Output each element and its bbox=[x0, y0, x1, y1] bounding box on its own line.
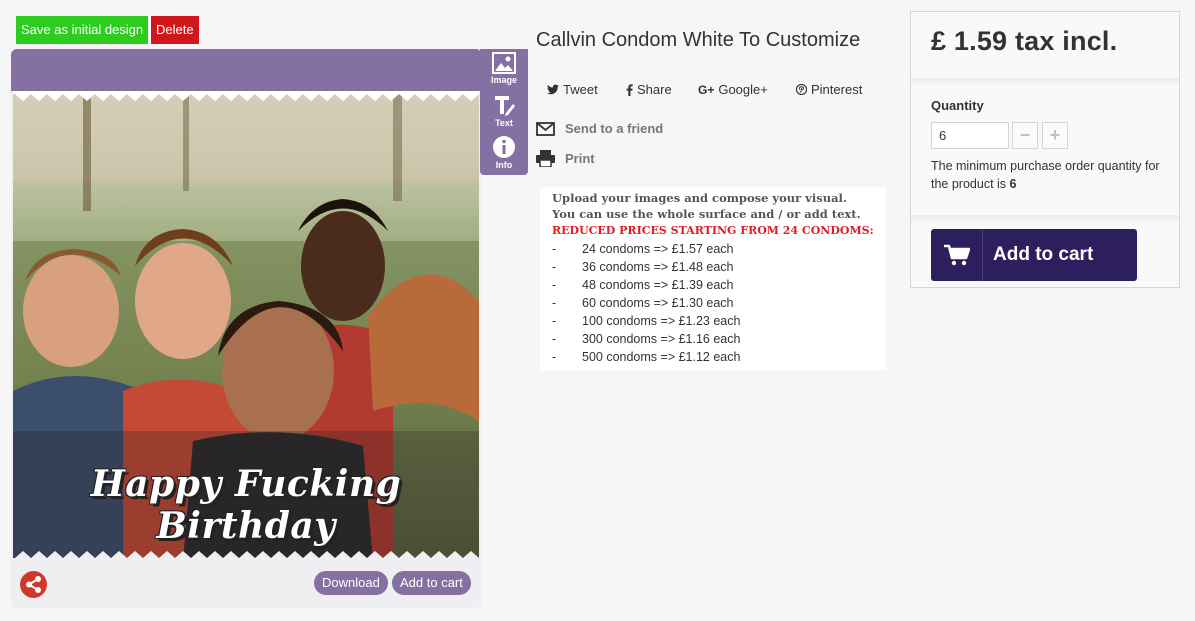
quantity-label: Quantity bbox=[931, 98, 984, 113]
tool-text-label: Text bbox=[495, 118, 513, 128]
text-icon bbox=[495, 96, 515, 116]
design-canvas[interactable]: Happy Fucking Birthday bbox=[13, 91, 479, 561]
price-tier-row: - 48 condoms => £1.39 each bbox=[552, 276, 886, 294]
tier-text: 500 condoms => £1.12 each bbox=[582, 350, 741, 364]
tier-text: 36 condoms => £1.48 each bbox=[582, 260, 734, 274]
tool-info-label: Info bbox=[495, 160, 513, 170]
product-description: Upload your images and compose your visu… bbox=[540, 183, 886, 370]
share-label: Share bbox=[637, 82, 672, 97]
add-to-cart-button[interactable]: Add to cart bbox=[931, 229, 1137, 281]
designer-add-to-cart-button[interactable]: Add to cart bbox=[392, 571, 471, 595]
tool-text[interactable]: Text bbox=[480, 93, 528, 128]
quantity-input[interactable] bbox=[931, 122, 1009, 149]
divider bbox=[911, 78, 1179, 86]
tier-dash: - bbox=[552, 332, 557, 346]
quantity-decrease-button[interactable]: − bbox=[1012, 122, 1038, 149]
share-link[interactable]: Share bbox=[626, 82, 672, 97]
send-to-friend-link[interactable]: Send to a friend bbox=[536, 121, 663, 136]
tier-dash: - bbox=[552, 350, 557, 364]
google-plus-link[interactable]: G+ Google+ bbox=[698, 82, 768, 97]
tweet-label: Tweet bbox=[563, 82, 598, 97]
add-to-cart-label: Add to cart bbox=[993, 244, 1094, 265]
tool-image[interactable]: Image bbox=[480, 52, 528, 85]
pinterest-icon bbox=[796, 84, 807, 95]
print-icon bbox=[536, 150, 555, 167]
price-tier-row: - 300 condoms => £1.16 each bbox=[552, 330, 886, 348]
price-tier-row: - 36 condoms => £1.48 each bbox=[552, 258, 886, 276]
tier-text: 100 condoms => £1.23 each bbox=[582, 314, 741, 328]
pinterest-link[interactable]: Pinterest bbox=[796, 82, 862, 97]
twitter-icon bbox=[547, 84, 559, 95]
delete-button[interactable]: Delete bbox=[151, 16, 199, 44]
envelope-icon bbox=[536, 121, 555, 136]
download-button[interactable]: Download bbox=[314, 571, 388, 595]
price-tier-row: - 24 condoms => £1.57 each bbox=[552, 240, 886, 258]
tier-dash: - bbox=[552, 278, 557, 292]
print-link[interactable]: Print bbox=[536, 150, 595, 167]
designer-panel: Happy Fucking Birthday bbox=[11, 49, 482, 608]
description-line-1: Upload your images and compose your visu… bbox=[552, 191, 847, 205]
design-caption-text[interactable]: Happy Fucking Birthday bbox=[13, 463, 479, 547]
save-initial-design-button[interactable]: Save as initial design bbox=[16, 16, 149, 44]
tier-dash: - bbox=[552, 314, 557, 328]
tool-info[interactable]: Info bbox=[480, 135, 528, 170]
tier-text: 48 condoms => £1.39 each bbox=[582, 278, 734, 292]
share-icon bbox=[26, 576, 41, 593]
tool-image-label: Image bbox=[490, 75, 517, 85]
tier-dash: - bbox=[552, 242, 557, 256]
google-plus-icon: G+ bbox=[698, 82, 715, 97]
min-quantity-value: 6 bbox=[1009, 177, 1017, 191]
min-note-text: The minimum purchase order quantity for … bbox=[931, 159, 1160, 191]
reduced-prices-heading: REDUCED PRICES STARTING FROM 24 CONDOMS: bbox=[552, 224, 874, 237]
price-tier-row: - 100 condoms => £1.23 each bbox=[552, 312, 886, 330]
google-plus-label: Google+ bbox=[718, 82, 768, 97]
info-icon bbox=[493, 136, 515, 158]
tier-dash: - bbox=[552, 296, 557, 310]
zigzag-edge-bottom bbox=[13, 551, 479, 561]
print-label: Print bbox=[565, 151, 595, 166]
price-tier-row: - 500 condoms => £1.12 each bbox=[552, 348, 886, 366]
cart-icon-wrap bbox=[931, 229, 983, 281]
buy-box: £ 1.59 tax incl. Quantity − + The minimu… bbox=[910, 11, 1180, 288]
tier-text: 24 condoms => £1.57 each bbox=[582, 242, 734, 256]
quantity-increase-button[interactable]: + bbox=[1042, 122, 1068, 149]
share-design-button[interactable] bbox=[20, 571, 47, 598]
send-to-friend-label: Send to a friend bbox=[565, 121, 664, 136]
cart-icon bbox=[943, 244, 970, 266]
pinterest-label: Pinterest bbox=[811, 82, 863, 97]
tweet-link[interactable]: Tweet bbox=[547, 82, 598, 97]
minimum-quantity-note: The minimum purchase order quantity for … bbox=[931, 157, 1161, 193]
product-title: Callvin Condom White To Customize bbox=[536, 29, 861, 51]
tier-text: 300 condoms => £1.16 each bbox=[582, 332, 741, 346]
tier-text: 60 condoms => £1.30 each bbox=[582, 296, 734, 310]
description-line-2: You can use the whole surface and / or a… bbox=[552, 207, 861, 221]
divider bbox=[911, 215, 1179, 223]
designer-tools: Image Text Info bbox=[480, 49, 528, 175]
price-tier-row: - 60 condoms => £1.30 each bbox=[552, 294, 886, 312]
facebook-icon bbox=[626, 83, 633, 96]
product-price: £ 1.59 tax incl. bbox=[931, 26, 1118, 56]
tier-dash: - bbox=[552, 260, 557, 274]
zigzag-edge-top bbox=[13, 91, 479, 101]
designer-toolbar-bar bbox=[11, 49, 482, 91]
image-icon bbox=[492, 52, 516, 74]
